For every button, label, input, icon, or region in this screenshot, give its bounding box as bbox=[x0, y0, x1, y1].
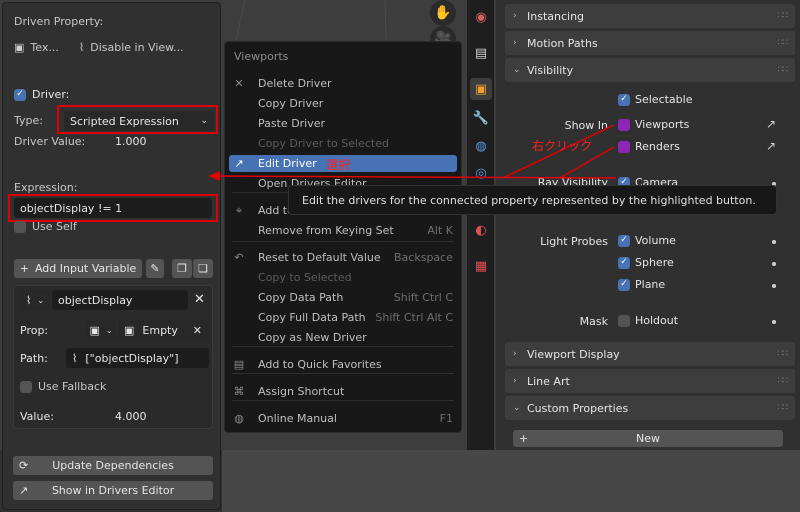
select-annotation: 選択 bbox=[326, 158, 351, 172]
right-click-annotation: 右クリック bbox=[532, 139, 593, 153]
annotation-line bbox=[215, 175, 617, 179]
annotation-arrows bbox=[208, 124, 617, 181]
annotation-arrowhead bbox=[208, 171, 220, 181]
